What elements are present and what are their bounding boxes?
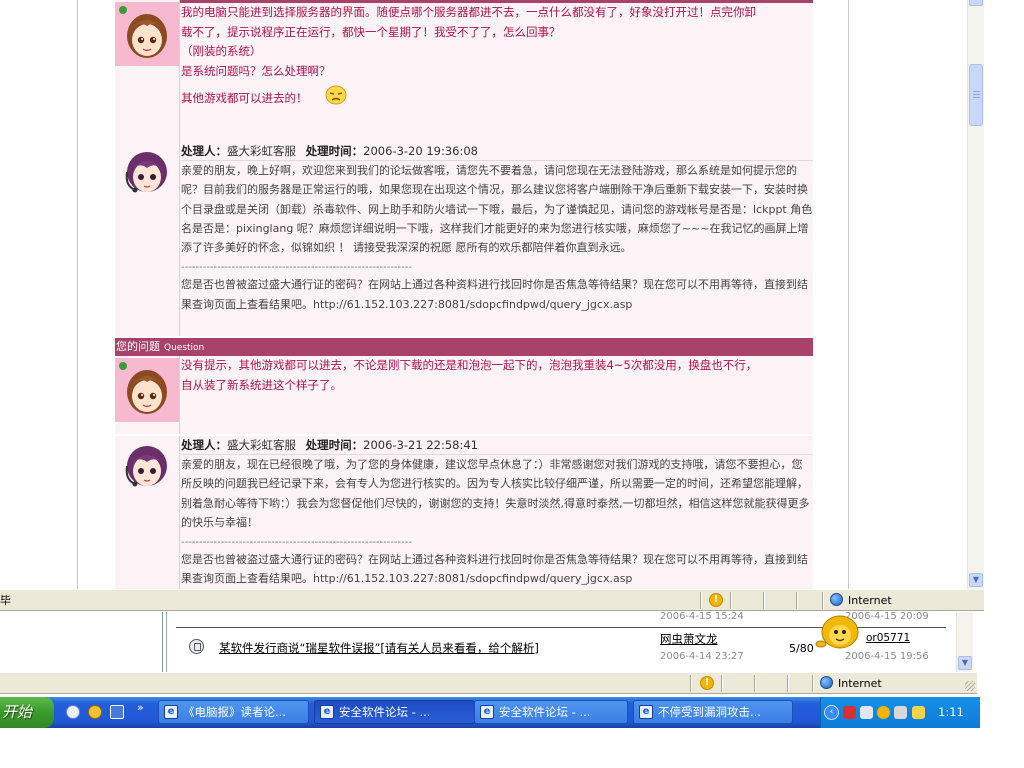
handler-label: 处理人： xyxy=(181,438,227,452)
status-text: 毕 xyxy=(0,594,11,607)
time-label: 处理时间： xyxy=(305,144,364,158)
clock[interactable]: 1:11 xyxy=(938,697,964,728)
scroll-down-button[interactable]: ▼ xyxy=(969,573,983,587)
promo-text: 您是否也曾被盗过盛大通行证的密码？在网站上通过各种资料进行找回时你是否焦急等待结… xyxy=(181,278,808,311)
question-line: 是系统问题吗？怎么处理啊？ xyxy=(181,63,331,78)
handle-time: 2006-3-20 19:36:08 xyxy=(363,144,478,158)
system-tray: ‹ 1:11 xyxy=(820,697,980,728)
mascot-lion-icon xyxy=(815,612,865,652)
answer-header: 处理人：盛大彩虹客服 处理时间：2006-3-20 19:36:08 xyxy=(181,142,813,161)
support-agent-avatar xyxy=(115,436,179,500)
ie-icon: e xyxy=(480,705,494,719)
last-reply-user-link[interactable]: or05771 xyxy=(866,632,910,644)
antivirus-tray-icon[interactable] xyxy=(843,706,856,719)
taskbar-window-button[interactable]: e 安全软件论坛 - ... xyxy=(474,700,628,724)
quicklaunch-eye-icon[interactable] xyxy=(66,705,80,719)
avatar-column xyxy=(115,142,180,336)
time-label: 处理时间： xyxy=(305,438,364,452)
security-zone: Internet xyxy=(820,675,882,692)
browser-content-pane: 我的电脑只能进到选择服务器的界面。随便点哪个服务器都进不去，一点什么都没有了，好… xyxy=(0,0,967,589)
security-warning-icon[interactable]: ! xyxy=(700,676,714,690)
promo-text: 您是否也曾被盗过盛大通行证的密码？在网站上通过各种资料进行找回时你是否焦急等待结… xyxy=(181,553,808,586)
vertical-scrollbar[interactable]: ▼ xyxy=(967,0,984,589)
handler-name: 盛大彩虹客服 xyxy=(227,144,296,158)
scrollbar-thumb[interactable] xyxy=(969,64,983,126)
support-agent-avatar xyxy=(115,142,179,206)
topic-author-date: 2006-4-14 23:27 xyxy=(660,651,744,662)
question-line: （刚装的系统） xyxy=(181,44,262,58)
question-line: 其他游戏都可以进去的！ xyxy=(181,91,308,105)
tray-expand-icon[interactable]: ‹ xyxy=(824,705,839,720)
ie-icon: e xyxy=(320,705,334,719)
reply-count: 5/80 xyxy=(789,642,814,655)
page-right-border xyxy=(848,0,849,589)
taskbar: 开始 » e 《电脑报》读者论... e 安全软件论坛 - ... e 安全软件论坛 … xyxy=(0,697,980,728)
quicklaunch-more-chevron[interactable]: » xyxy=(137,701,144,714)
topic-title-link[interactable]: 某软件发行商说“瑞星软件误报”[请有关人员来看看，给个解析] xyxy=(219,640,539,656)
last-reply-date: 2006-4-15 19:56 xyxy=(845,651,929,662)
avatar-column xyxy=(115,436,180,589)
topic-status-icon xyxy=(189,639,204,654)
user-avatar xyxy=(115,358,179,422)
taskbar-window-button[interactable]: e 《电脑报》读者论... xyxy=(158,700,309,724)
question-header-cn: 您的问题 xyxy=(116,340,160,353)
bg-left-panel xyxy=(0,612,163,672)
scroll-up-button[interactable] xyxy=(969,0,983,6)
taskbar-window-button[interactable]: e 安全软件论坛 - ... xyxy=(314,700,475,724)
status-bar-2: ! Internet xyxy=(0,672,977,694)
avatar-column xyxy=(115,356,180,434)
question-header-en: Question xyxy=(164,343,205,353)
resize-grip[interactable] xyxy=(965,681,975,691)
question-section-header: 您的问题 Question xyxy=(115,338,813,356)
user-avatar xyxy=(115,2,179,66)
mascot-tray-icon[interactable] xyxy=(877,706,890,719)
dashed-divider: ----------------------------------------… xyxy=(181,537,412,549)
security-warning-icon[interactable]: ! xyxy=(709,593,723,607)
ie-icon: e xyxy=(639,705,653,719)
dashed-divider: ----------------------------------------… xyxy=(181,262,412,274)
sad-emoticon-icon xyxy=(325,85,347,112)
avatar-column xyxy=(115,0,180,142)
answer-header: 处理人：盛大彩虹客服 处理时间：2006-3-21 22:58:41 xyxy=(181,436,813,455)
start-button[interactable]: 开始 xyxy=(0,697,54,728)
internet-globe-icon xyxy=(820,676,833,689)
handle-time: 2006-3-21 22:58:41 xyxy=(363,438,478,452)
question-post-2: 没有提示，其他游戏都可以进去，不论是刚下载的还是和泡泡一起下的，泡泡我重装4~5… xyxy=(115,356,813,434)
quicklaunch-browser-icon[interactable] xyxy=(88,705,102,719)
bg-timestamp: 2006-4-15 15:24 xyxy=(660,611,744,622)
internet-globe-icon xyxy=(830,593,843,606)
handler-name: 盛大彩虹客服 xyxy=(227,438,296,452)
page-left-border xyxy=(77,0,78,589)
question-line: 载不了，提示说程序正在运行，都快一个星期了！我受不了了，怎么回事？ xyxy=(181,24,561,39)
ie-icon: e xyxy=(164,705,178,719)
question-line: 自从装了新系统进这个样子了。 xyxy=(181,377,342,392)
handler-label: 处理人： xyxy=(181,144,227,158)
question-post-1: 我的电脑只能进到选择服务器的界面。随便点哪个服务器都进不去，一点什么都没有了，好… xyxy=(115,0,813,142)
topic-author-link[interactable]: 网虫萧文龙 xyxy=(660,631,718,647)
security-zone: Internet xyxy=(830,592,892,609)
question-line: 我的电脑只能进到选择服务器的界面。随便点哪个服务器都进不去，一点什么都没有了，好… xyxy=(181,5,756,19)
quicklaunch-desktop-icon[interactable] xyxy=(110,705,124,719)
answer-post-2: 处理人：盛大彩虹客服 处理时间：2006-3-21 22:58:41 亲爱的朋友… xyxy=(115,436,813,589)
network-tray-icon[interactable] xyxy=(860,706,873,719)
answer-text: 亲爱的朋友，现在已经很晚了哦，为了您的身体健康，建议您早点休息了：）非常感谢您对… xyxy=(181,458,810,529)
bg-scroll-down-button[interactable]: ▼ xyxy=(958,656,972,670)
answer-post-1: 处理人：盛大彩虹客服 处理时间：2006-3-20 19:36:08 亲爱的朋友… xyxy=(115,142,813,336)
status-bar: 毕 ! Internet xyxy=(0,589,984,611)
answer-text: 亲爱的朋友，晚上好啊，欢迎您来到我们的论坛做客哦，请您先不要着急，请问您现在无法… xyxy=(181,164,813,255)
umbrella-tray-icon[interactable] xyxy=(912,706,925,719)
question-line: 没有提示，其他游戏都可以进去，不论是刚下载的还是和泡泡一起下的，泡泡我重装4~5… xyxy=(181,358,758,372)
bg-vertical-scrollbar[interactable]: ▼ xyxy=(956,612,973,672)
tool-tray-icon[interactable] xyxy=(894,706,907,719)
taskbar-window-button[interactable]: e 不停受到漏洞攻击... xyxy=(633,700,793,724)
